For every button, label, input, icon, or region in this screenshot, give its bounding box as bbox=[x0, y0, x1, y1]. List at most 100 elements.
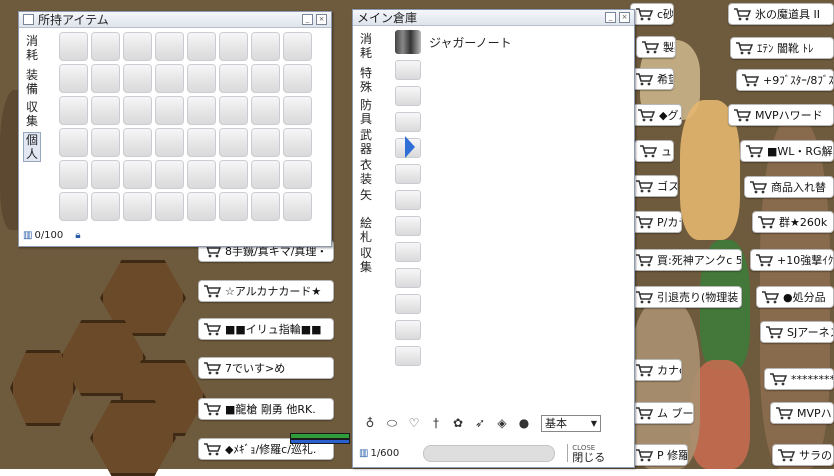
vendor-sign[interactable]: 買:死神アンクc 50. bbox=[630, 249, 742, 271]
inventory-slot[interactable] bbox=[59, 64, 88, 93]
tab-armor[interactable]: 防具 bbox=[358, 98, 374, 126]
inventory-slot[interactable] bbox=[251, 160, 280, 189]
vendor-sign[interactable]: 氷の魔道具 II bbox=[728, 3, 834, 25]
tab-special[interactable]: 特殊 bbox=[358, 66, 374, 94]
tab-consumable[interactable]: 消耗 bbox=[24, 34, 40, 62]
tab-personal[interactable]: 個人 bbox=[23, 132, 41, 162]
tab-collection[interactable]: 収集 bbox=[358, 246, 374, 274]
storage-slot[interactable] bbox=[395, 294, 421, 314]
inventory-slot[interactable] bbox=[251, 64, 280, 93]
inventory-slot[interactable] bbox=[91, 32, 120, 61]
storage-slot[interactable] bbox=[395, 60, 421, 80]
inventory-slot[interactable] bbox=[219, 192, 248, 221]
inventory-slot[interactable] bbox=[283, 32, 312, 61]
inventory-slot[interactable] bbox=[91, 64, 120, 93]
arrow-icon[interactable]: ➶ bbox=[471, 414, 489, 432]
inventory-slot[interactable] bbox=[123, 160, 152, 189]
inventory-slot[interactable] bbox=[283, 96, 312, 125]
tab-weapon[interactable]: 武器 bbox=[358, 128, 374, 156]
inventory-slot[interactable] bbox=[187, 64, 216, 93]
costume-icon[interactable]: ✿ bbox=[449, 414, 467, 432]
inventory-slot[interactable] bbox=[123, 96, 152, 125]
inventory-slot[interactable] bbox=[219, 96, 248, 125]
inventory-slot[interactable] bbox=[59, 128, 88, 157]
card-icon[interactable]: ◈ bbox=[493, 414, 511, 432]
tab-consumable[interactable]: 消耗 bbox=[358, 32, 374, 60]
vendor-sign[interactable]: 群★260k bbox=[752, 211, 834, 233]
vendor-sign[interactable]: 引退売り(物理装・ bbox=[630, 286, 742, 308]
storage-slot[interactable] bbox=[395, 164, 421, 184]
vendor-sign[interactable]: P 修羅 影怒 bbox=[630, 444, 688, 466]
inventory-slot[interactable] bbox=[123, 32, 152, 61]
vendor-sign[interactable]: P/カテス★ bbox=[630, 211, 682, 233]
vendor-sign[interactable]: MVPハワード bbox=[728, 104, 834, 126]
inventory-slot[interactable] bbox=[155, 192, 184, 221]
inventory-slot[interactable] bbox=[251, 96, 280, 125]
tab-arrow[interactable]: 矢 bbox=[358, 188, 374, 202]
storage-item-row[interactable]: ジャガーノート bbox=[395, 28, 625, 56]
inventory-slot[interactable] bbox=[91, 96, 120, 125]
vendor-sign[interactable]: ●処分品 bbox=[756, 286, 834, 308]
tab-equipment[interactable]: 装備 bbox=[24, 68, 40, 96]
inventory-slot[interactable] bbox=[91, 192, 120, 221]
inventory-slot[interactable] bbox=[187, 192, 216, 221]
vendor-sign[interactable]: サラの bbox=[772, 444, 834, 466]
vendor-sign[interactable]: ◆グルー bbox=[632, 104, 682, 126]
inventory-slot[interactable] bbox=[283, 160, 312, 189]
inventory-slot[interactable] bbox=[251, 32, 280, 61]
sort-select[interactable]: 基本 ▼ bbox=[541, 414, 601, 432]
inventory-slot[interactable] bbox=[251, 192, 280, 221]
storage-slot[interactable] bbox=[395, 346, 421, 366]
inventory-slot[interactable] bbox=[251, 128, 280, 157]
minimize-icon[interactable]: _ bbox=[302, 14, 313, 25]
vendor-sign[interactable]: MVPハ bbox=[770, 402, 834, 424]
close-button[interactable]: CLOSE 閉じる bbox=[567, 444, 605, 463]
vendor-sign[interactable]: 希望OP・ bbox=[630, 68, 674, 90]
close-icon[interactable]: × bbox=[316, 14, 327, 25]
vendor-sign[interactable]: *********** bbox=[764, 368, 834, 390]
storage-slot[interactable] bbox=[395, 86, 421, 106]
inventory-slot[interactable] bbox=[91, 160, 120, 189]
lock-icon[interactable]: 🔒︎ bbox=[75, 230, 80, 241]
storage-search-input[interactable] bbox=[423, 444, 556, 462]
inventory-slot[interactable] bbox=[219, 160, 248, 189]
tab-card[interactable]: 絵札 bbox=[358, 216, 374, 244]
inventory-slot[interactable] bbox=[187, 32, 216, 61]
inventory-slot[interactable] bbox=[155, 128, 184, 157]
inventory-slot[interactable] bbox=[155, 96, 184, 125]
storage-slot[interactable] bbox=[395, 216, 421, 236]
inventory-titlebar[interactable]: 所持アイテム _ × bbox=[19, 12, 331, 28]
inventory-slot[interactable] bbox=[59, 96, 88, 125]
vendor-sign[interactable]: ュン/虹 bbox=[634, 140, 674, 162]
vendor-sign[interactable]: ム ブースタ・ bbox=[630, 402, 694, 424]
armor-icon[interactable]: ♡ bbox=[405, 414, 423, 432]
vendor-sign[interactable]: 7でいす>め bbox=[198, 357, 334, 379]
inventory-slot[interactable] bbox=[187, 96, 216, 125]
inventory-slot[interactable] bbox=[283, 192, 312, 221]
inventory-slot[interactable] bbox=[123, 128, 152, 157]
storage-slot[interactable] bbox=[395, 190, 421, 210]
inventory-slot[interactable] bbox=[91, 128, 120, 157]
inventory-slot[interactable] bbox=[155, 160, 184, 189]
tab-collection[interactable]: 収集 bbox=[24, 100, 40, 128]
storage-titlebar[interactable]: メイン倉庫 _ × bbox=[353, 10, 634, 26]
vendor-sign[interactable]: ☆アルカナカード★ bbox=[198, 280, 334, 302]
vendor-sign[interactable]: 商品入れ替 bbox=[744, 176, 834, 198]
inventory-slot[interactable] bbox=[59, 160, 88, 189]
inventory-slot[interactable] bbox=[123, 192, 152, 221]
sword-icon[interactable]: † bbox=[427, 414, 445, 432]
inventory-slot[interactable] bbox=[219, 64, 248, 93]
tab-costume[interactable]: 衣装 bbox=[358, 158, 374, 186]
inventory-slot[interactable] bbox=[187, 160, 216, 189]
potion-icon[interactable]: ♁ bbox=[361, 414, 379, 432]
vendor-sign[interactable]: ■WL・RG解i bbox=[740, 140, 834, 162]
inventory-slot[interactable] bbox=[59, 192, 88, 221]
storage-slot[interactable] bbox=[395, 320, 421, 340]
vendor-sign[interactable]: カナc、修・ bbox=[630, 359, 682, 381]
inventory-slot[interactable] bbox=[123, 64, 152, 93]
vendor-sign[interactable]: ｴﾃﾝ 闇靴 ﾄﾚ bbox=[730, 37, 834, 59]
inventory-slot[interactable] bbox=[187, 128, 216, 157]
vendor-sign[interactable]: ゴス/セ bbox=[630, 175, 678, 197]
storage-slot[interactable] bbox=[395, 242, 421, 262]
collection-icon[interactable]: ● bbox=[515, 414, 533, 432]
